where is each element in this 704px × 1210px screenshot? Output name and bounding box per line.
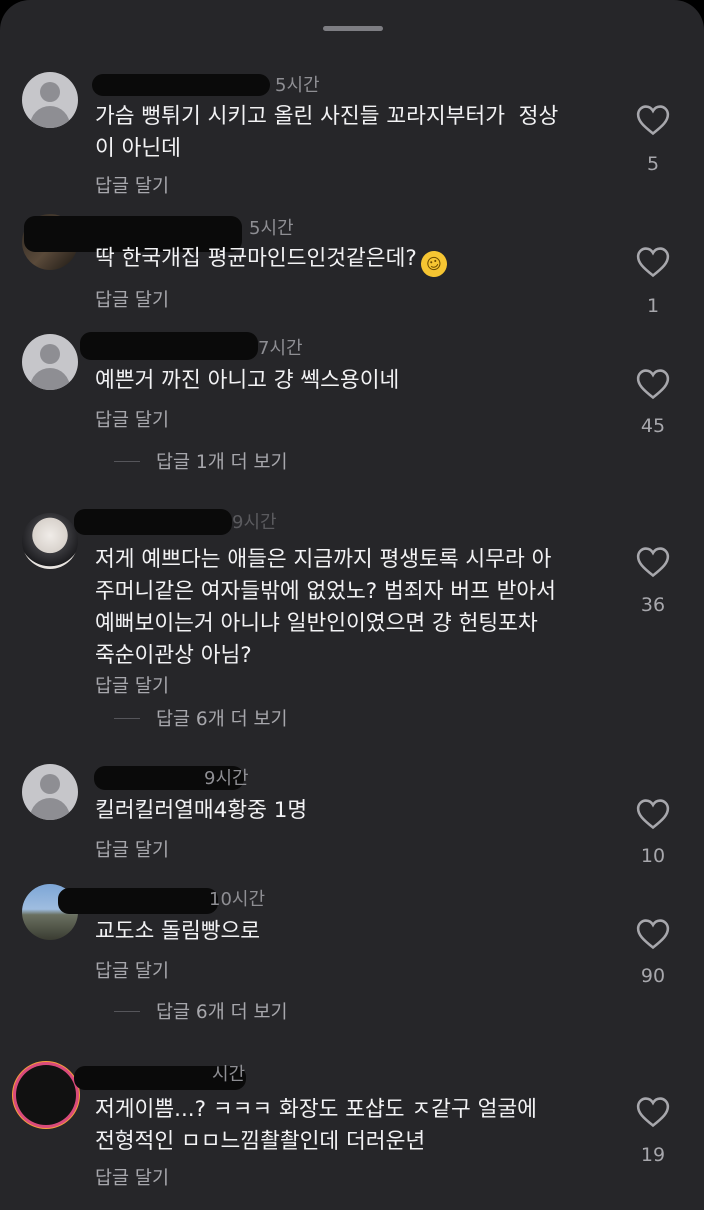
- comment-text: 저게이쁨...? ㅋㅋㅋ 화장도 포샵도 ㅈ같구 얼굴에 전형적인 ㅁㅁ느낌촬촬…: [95, 1097, 537, 1154]
- rofl-emoji-icon: ☺: [417, 247, 451, 281]
- comment-text: 딱 한국개집 평균마인드인것같은데? ☺: [95, 243, 615, 281]
- like-count: 1: [646, 295, 660, 317]
- avatar[interactable]: [22, 513, 78, 569]
- redacted-username: [92, 74, 270, 96]
- comments-sheet: 5시간 가슴 뻥튀기 시키고 올린 사진들 꼬라지부터가 정상 이 아닌데 답글…: [0, 0, 704, 1210]
- like-count: 90: [640, 965, 666, 987]
- heart-icon[interactable]: [636, 104, 670, 136]
- like-count: 19: [640, 1144, 666, 1166]
- avatar[interactable]: [22, 72, 78, 128]
- comment-text-body: 딱 한국개집 평균마인드인것같은데?: [95, 246, 417, 271]
- comment-text: 킬러킬러열매4황중 1명: [95, 798, 308, 823]
- reply-button[interactable]: 답글 달기: [95, 172, 169, 198]
- comment-time: 5시간: [275, 75, 320, 96]
- divider-line: [114, 717, 140, 719]
- divider-line: [114, 460, 140, 462]
- comment-time: 9시간: [232, 512, 277, 533]
- comment-time: 9시간: [204, 768, 249, 789]
- like-count: 45: [640, 415, 666, 437]
- reply-button[interactable]: 답글 달기: [95, 836, 169, 862]
- comment-text: 예쁜거 까진 아니고 걍 쎅스용이네: [95, 368, 400, 393]
- comment-time: 10시간: [209, 889, 266, 910]
- view-more-replies[interactable]: 답글 6개 더 보기: [114, 703, 288, 733]
- avatar[interactable]: [22, 334, 78, 390]
- heart-icon[interactable]: [636, 546, 670, 578]
- view-more-replies[interactable]: 답글 6개 더 보기: [114, 996, 288, 1026]
- comment-text: 저게 예쁘다는 애들은 지금까지 평생토록 시무라 아 주머니같은 여자들밖에 …: [95, 547, 556, 668]
- divider-line: [114, 1010, 140, 1012]
- redacted-username: [74, 509, 232, 535]
- comment-time: 7시간: [258, 338, 303, 359]
- comment-text: 가슴 뻥튀기 시키고 올린 사진들 꼬라지부터가 정상 이 아닌데: [95, 104, 559, 161]
- view-more-replies[interactable]: 답글 1개 더 보기: [114, 446, 288, 476]
- heart-icon[interactable]: [636, 798, 670, 830]
- view-more-replies-label: 답글 6개 더 보기: [156, 1002, 288, 1023]
- comment-time: 시간: [212, 1064, 246, 1085]
- avatar[interactable]: [22, 764, 78, 820]
- reply-button[interactable]: 답글 달기: [95, 406, 169, 432]
- comment-time: 5시간: [249, 218, 294, 239]
- reply-button[interactable]: 답글 달기: [95, 286, 169, 312]
- heart-icon[interactable]: [636, 1096, 670, 1128]
- avatar[interactable]: [16, 1065, 76, 1125]
- sheet-grabber[interactable]: [323, 26, 383, 31]
- like-count: 5: [646, 153, 660, 175]
- heart-icon[interactable]: [636, 918, 670, 950]
- heart-icon[interactable]: [636, 246, 670, 278]
- heart-icon[interactable]: [636, 368, 670, 400]
- redacted-username: [80, 332, 258, 360]
- comment-text: 교도소 돌림빵으로: [95, 919, 261, 944]
- view-more-replies-label: 답글 1개 더 보기: [156, 452, 288, 473]
- like-count: 36: [640, 594, 666, 616]
- reply-button[interactable]: 답글 달기: [95, 957, 169, 983]
- view-more-replies-label: 답글 6개 더 보기: [156, 709, 288, 730]
- reply-button[interactable]: 답글 달기: [95, 1164, 169, 1190]
- like-count: 10: [640, 845, 666, 867]
- reply-button[interactable]: 답글 달기: [95, 672, 169, 698]
- redacted-username: [58, 888, 218, 914]
